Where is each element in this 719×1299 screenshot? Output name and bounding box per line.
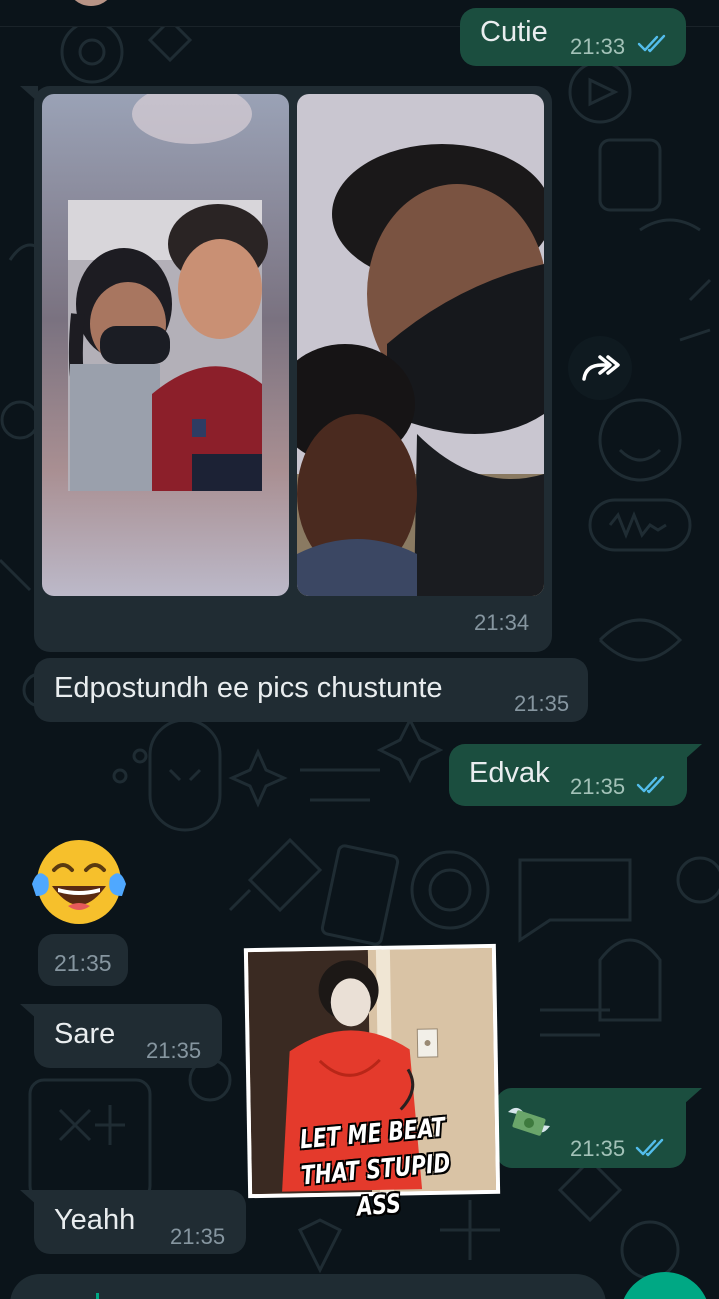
message-text: Sare [54, 1018, 116, 1050]
message-text: Edpostundh ee pics chustunte [54, 672, 443, 704]
sticker[interactable]: LET ME BEAT THAT STUPID ASS [243, 943, 501, 1223]
message-bubble-incoming[interactable]: Sare 21:35 [34, 1004, 222, 1068]
money-with-wings-emoji [508, 1107, 550, 1136]
message-time: 21:35 [146, 1038, 202, 1063]
message-bubble-incoming[interactable]: 21:35 [38, 934, 128, 986]
photo-2-image [297, 94, 544, 596]
double-check-icon [637, 34, 666, 53]
face-with-tears-of-joy-emoji[interactable] [30, 836, 128, 928]
message-time: 21:34 [474, 610, 530, 635]
message-text: Yeahh [54, 1204, 136, 1236]
message-bubble-outgoing[interactable]: Cutie 21:33 [460, 8, 686, 66]
photo-1[interactable] [42, 94, 289, 596]
double-check-icon [635, 1138, 664, 1157]
text-cursor [96, 1293, 99, 1299]
message-text: Cutie [480, 16, 548, 48]
message-input[interactable] [10, 1274, 606, 1299]
message-text: Edvak [469, 757, 550, 789]
message-bubble-outgoing[interactable]: Edvak 21:35 [449, 744, 687, 806]
message-time: 21:35 [570, 1136, 626, 1161]
double-check-icon [636, 775, 665, 794]
message-time: 21:35 [570, 774, 626, 799]
message-time: 21:35 [514, 691, 570, 716]
photo-1-image [42, 94, 289, 596]
message-bubble-incoming[interactable]: Yeahh 21:35 [34, 1190, 246, 1254]
message-bubble-outgoing[interactable]: 21:35 [496, 1088, 686, 1168]
contact-avatar[interactable] [66, 0, 116, 6]
message-time: 21:35 [54, 950, 112, 976]
message-time: 21:33 [570, 34, 626, 59]
sticker-caption: LET ME BEAT THAT STUPID ASS [298, 1112, 452, 1223]
message-time: 21:35 [170, 1224, 226, 1249]
forward-button[interactable] [568, 336, 632, 400]
chat-screen: Cutie 21:33 21:34 Edpostundh ee pics chu… [0, 0, 719, 1299]
forward-icon [582, 355, 620, 381]
photo-album-bubble[interactable]: 21:34 [34, 86, 552, 652]
message-bubble-incoming[interactable]: Edpostundh ee pics chustunte 21:35 [34, 658, 588, 722]
photo-2[interactable] [297, 94, 544, 596]
bubble-tail [684, 1088, 702, 1104]
